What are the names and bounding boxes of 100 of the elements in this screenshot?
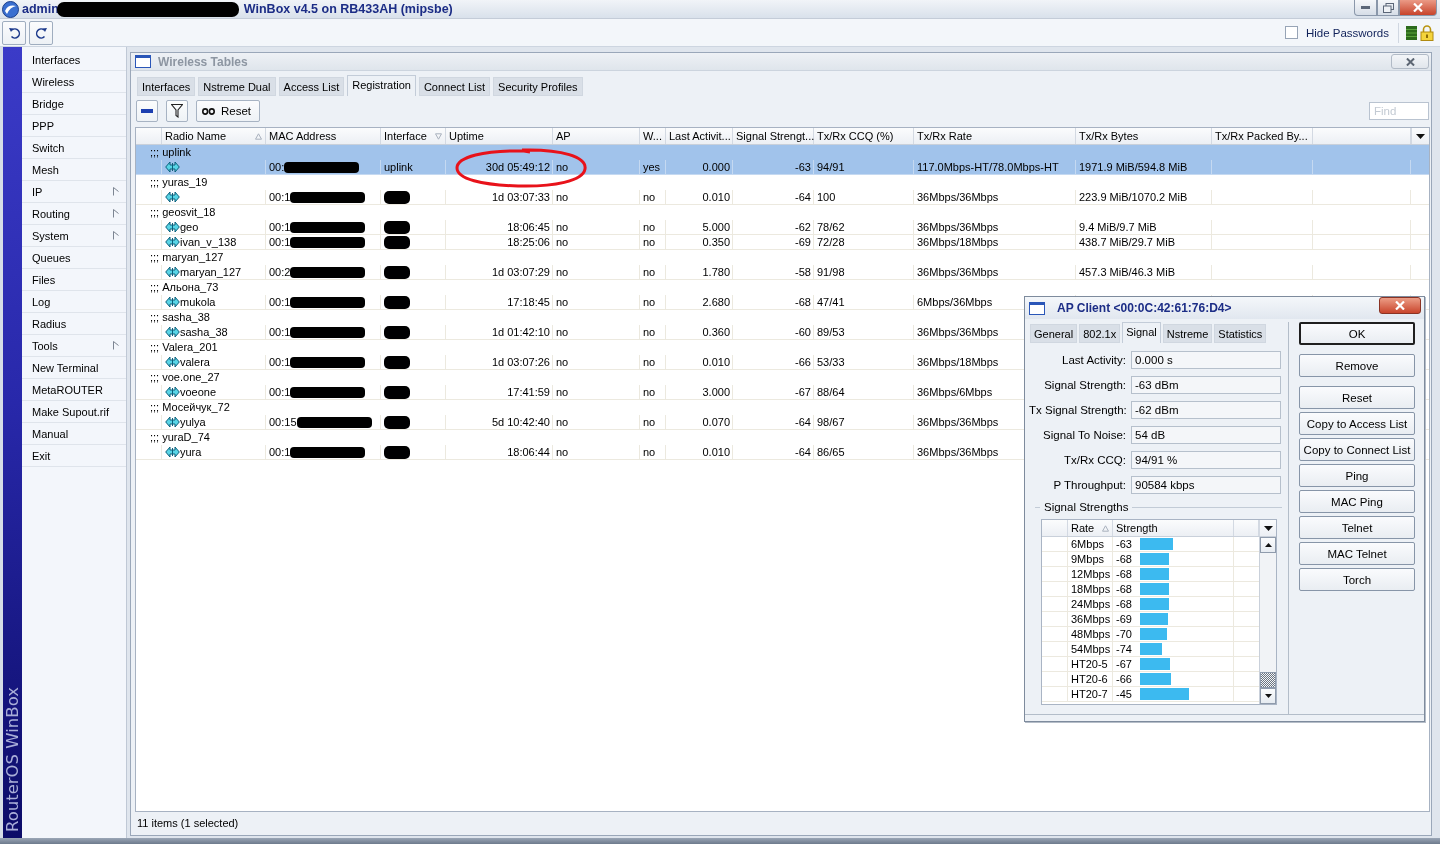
mac-address: 00:1 bbox=[269, 385, 291, 399]
column-header[interactable]: Interface bbox=[381, 128, 446, 144]
scrollbar[interactable] bbox=[1259, 537, 1276, 704]
column-header[interactable]: Rate bbox=[1068, 520, 1113, 536]
table-row[interactable]: ;;; yuras_19 00:1 1d 03:07:33 no no 0.010 -64 100 36Mbps/36Mbps 223.9 MiB/1070.2 MiB bbox=[136, 175, 1429, 205]
filter-button[interactable] bbox=[166, 100, 188, 122]
dialog-button[interactable]: Copy to Access List bbox=[1299, 412, 1415, 435]
sidebar-item[interactable]: Routing bbox=[22, 203, 126, 225]
checkbox-label[interactable]: Hide Passwords bbox=[1305, 26, 1389, 39]
column-header[interactable]: MAC Address bbox=[266, 128, 381, 144]
column-header[interactable]: Strength bbox=[1113, 520, 1234, 536]
column-header[interactable]: Last Activit... bbox=[666, 128, 733, 144]
close-button[interactable] bbox=[1391, 54, 1429, 69]
sidebar-item[interactable]: Switch bbox=[22, 137, 126, 159]
sidebar-item[interactable]: New Terminal bbox=[22, 357, 126, 379]
column-header[interactable]: Tx/Rx CCQ (%) bbox=[814, 128, 914, 144]
table-cell: 17:41:59 bbox=[446, 385, 553, 399]
double-arrow-icon bbox=[165, 356, 180, 368]
tab[interactable]: Nstreme bbox=[1162, 324, 1213, 343]
dialog-button[interactable]: MAC Telnet bbox=[1299, 542, 1415, 565]
table-cell: 1d 03:07:26 bbox=[446, 355, 553, 369]
tab[interactable]: Interfaces bbox=[137, 77, 196, 96]
dialog-button[interactable]: Remove bbox=[1299, 354, 1415, 377]
sidebar-item[interactable]: Wireless bbox=[22, 71, 126, 93]
table-cell: 5.000 bbox=[666, 220, 733, 234]
sidebar-item[interactable]: Log bbox=[22, 291, 126, 313]
column-header[interactable]: W... bbox=[640, 128, 666, 144]
checkbox[interactable] bbox=[1284, 26, 1298, 39]
sidebar-item[interactable]: Tools bbox=[22, 335, 126, 357]
column-header[interactable]: Tx/Rx Bytes bbox=[1076, 128, 1212, 144]
radio-name: yura bbox=[180, 445, 202, 459]
scroll-up-button[interactable] bbox=[1260, 537, 1276, 553]
column-menu-button[interactable] bbox=[1259, 520, 1276, 536]
dialog-button[interactable]: Reset bbox=[1299, 386, 1415, 409]
sidebar-item[interactable]: Manual bbox=[22, 423, 126, 445]
tab[interactable]: Registration bbox=[347, 75, 416, 96]
table-cell: 18:06:45 bbox=[446, 220, 553, 234]
strength-value: -45 bbox=[1115, 687, 1133, 701]
table-cell: no bbox=[640, 265, 666, 279]
reset-button[interactable]: Reset bbox=[196, 100, 261, 122]
radio-name: voeone bbox=[180, 385, 217, 399]
sidebar-item[interactable]: Files bbox=[22, 269, 126, 291]
table-cell: 47/41 bbox=[814, 295, 914, 309]
submenu-arrow-icon bbox=[113, 209, 119, 218]
minimize-button[interactable] bbox=[1354, 0, 1377, 16]
column-header[interactable]: Radio Name bbox=[162, 128, 266, 144]
remove-button[interactable] bbox=[136, 100, 158, 122]
table-row[interactable]: ;;; uplink 00: uplink 30d 05:49:12 no yes 0.000 -63 94/91 117.0Mbps-HT/78.0Mbps-HT 1971.9 MiB/594.8 MiB bbox=[136, 145, 1429, 175]
sidebar-item[interactable]: PPP bbox=[22, 115, 126, 137]
tab[interactable]: Security Profiles bbox=[493, 77, 583, 96]
table-row[interactable]: ;;; maryan_127 maryan_127 00:2 1d 03:07:29 no no 1.780 -58 91/98 36Mbps/36Mbps 457.3 MiB/46.3 MiB bbox=[136, 250, 1429, 280]
undo-button[interactable] bbox=[2, 20, 26, 45]
table-cell: -58 bbox=[733, 265, 814, 279]
tab[interactable]: Access List bbox=[278, 77, 345, 96]
find-field[interactable]: Find bbox=[1369, 102, 1429, 120]
table-cell: -60 bbox=[733, 325, 814, 339]
sidebar-item[interactable]: Make Supout.rif bbox=[22, 401, 126, 423]
dialog-button[interactable]: Torch bbox=[1299, 568, 1415, 591]
tab[interactable]: Statistics bbox=[1214, 324, 1267, 343]
sidebar-item[interactable]: Interfaces bbox=[22, 49, 126, 71]
field-label: P Throughput: bbox=[1052, 479, 1126, 491]
column-header[interactable]: Tx/Rx Packed By... bbox=[1212, 128, 1313, 144]
table-row[interactable]: ivan_v_138 00:1 18:25:06 no no 0.350 -69 72/28 36Mbps/18Mbps 438.7 MiB/29.7 MiB bbox=[136, 235, 1429, 250]
mac-address: 00:1 bbox=[269, 220, 291, 234]
close-button[interactable] bbox=[1379, 297, 1421, 314]
table-cell: yes bbox=[640, 160, 666, 174]
column-header[interactable]: Tx/Rx Rate bbox=[914, 128, 1076, 144]
row-comment: ;;; uplink bbox=[150, 146, 191, 158]
column-header[interactable]: AP bbox=[553, 128, 640, 144]
tab[interactable]: General bbox=[1030, 324, 1078, 343]
redo-button[interactable] bbox=[29, 20, 53, 45]
dialog-button[interactable]: Copy to Connect List bbox=[1299, 438, 1415, 461]
sidebar-item[interactable]: Mesh bbox=[22, 159, 126, 181]
column-header[interactable]: Signal Strengt... bbox=[733, 128, 814, 144]
table-cell: -64 bbox=[733, 445, 814, 459]
scroll-thumb[interactable] bbox=[1260, 672, 1276, 688]
tab[interactable]: Connect List bbox=[418, 77, 491, 96]
sidebar-item[interactable]: Bridge bbox=[22, 93, 126, 115]
close-button[interactable] bbox=[1399, 0, 1437, 16]
scroll-down-button[interactable] bbox=[1260, 688, 1276, 704]
tab[interactable]: 802.1x bbox=[1079, 324, 1121, 343]
sidebar-item[interactable]: System bbox=[22, 225, 126, 247]
sidebar-item[interactable]: MetaROUTER bbox=[22, 379, 126, 401]
sidebar-item[interactable]: Queues bbox=[22, 247, 126, 269]
dialog-button[interactable]: Telnet bbox=[1299, 516, 1415, 539]
table-cell: -62 bbox=[733, 220, 814, 234]
table-cell: 17:18:45 bbox=[446, 295, 553, 309]
tab[interactable]: Nstreme Dual bbox=[198, 77, 276, 96]
sidebar-item[interactable]: Radius bbox=[22, 313, 126, 335]
dialog-button[interactable]: MAC Ping bbox=[1299, 490, 1415, 513]
column-header[interactable]: Uptime bbox=[446, 128, 553, 144]
sidebar-item[interactable]: IP bbox=[22, 181, 126, 203]
dialog-button[interactable]: Ping bbox=[1299, 464, 1415, 487]
sidebar-item[interactable]: Exit bbox=[22, 445, 126, 467]
tab[interactable]: Signal bbox=[1122, 322, 1161, 343]
redaction-mark bbox=[384, 265, 410, 279]
restore-button[interactable] bbox=[1377, 0, 1399, 16]
table-cell: 438.7 MiB/29.7 MiB bbox=[1076, 235, 1212, 249]
dialog-button[interactable]: OK bbox=[1299, 322, 1415, 345]
row-comment: ;;; Альона_73 bbox=[150, 281, 219, 293]
